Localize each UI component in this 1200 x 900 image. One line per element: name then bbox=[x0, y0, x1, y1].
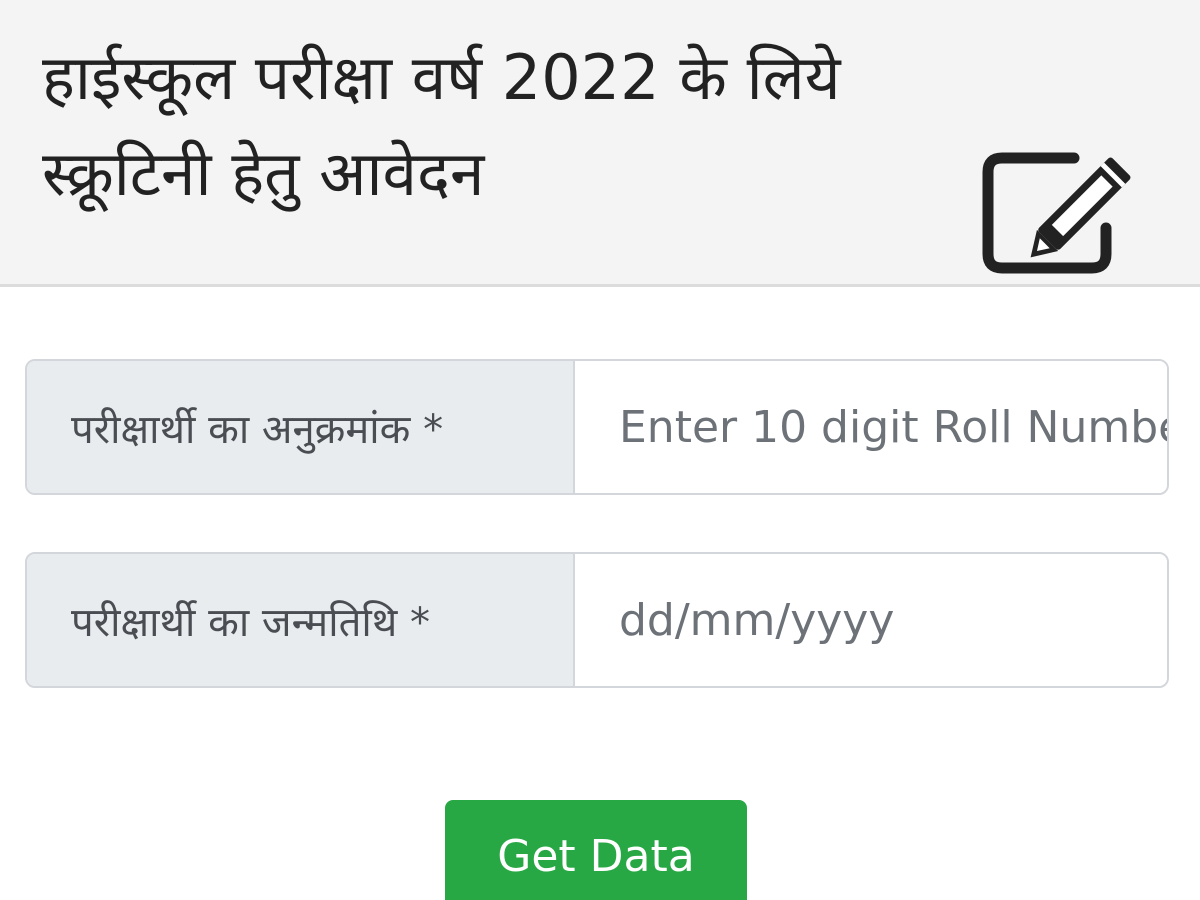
page-title-line-2: स्क्रूटिनी हेतु आवेदन bbox=[42, 137, 485, 210]
edit-icon bbox=[982, 152, 1131, 274]
date-of-birth-group: परीक्षार्थी का जन्मतिथि * bbox=[25, 552, 1169, 688]
page-header: हाईस्कूल परीक्षा वर्ष 2022 के लिये स्क्र… bbox=[0, 0, 1200, 287]
roll-number-group: परीक्षार्थी का अनुक्रमांक * bbox=[25, 359, 1169, 495]
roll-number-input[interactable] bbox=[575, 361, 1167, 493]
page-title: हाईस्कूल परीक्षा वर्ष 2022 के लिये स्क्र… bbox=[42, 30, 1022, 222]
roll-number-label: परीक्षार्थी का अनुक्रमांक * bbox=[27, 361, 575, 493]
date-of-birth-input[interactable] bbox=[575, 554, 1167, 686]
page-title-line-1: हाईस्कूल परीक्षा वर्ष 2022 के लिये bbox=[42, 41, 841, 114]
get-data-button[interactable]: Get Data bbox=[445, 800, 747, 900]
date-of-birth-label: परीक्षार्थी का जन्मतिथि * bbox=[27, 554, 575, 686]
scrutiny-application-page: हाईस्कूल परीक्षा वर्ष 2022 के लिये स्क्र… bbox=[0, 0, 1200, 900]
